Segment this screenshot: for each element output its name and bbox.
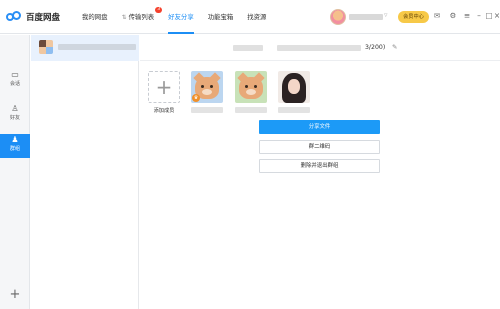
add-icon[interactable]: + (8, 288, 22, 302)
delete-exit-group-button[interactable]: 删除并退出群组 (259, 159, 380, 173)
group-qr-code-button[interactable]: 群二维码 (259, 140, 380, 154)
group-list-item[interactable] (31, 35, 139, 61)
left-rail: ▭ 会话 ♙ 好友 ♟ 群组 + (0, 35, 30, 309)
vip-center-button[interactable]: 会员中心 (398, 11, 429, 23)
rail-label: 好友 (9, 115, 20, 121)
user-name-redacted[interactable] (349, 14, 383, 20)
title-bar: 百度网盘 我的网盘 ⇅ 传输列表 3 好友分享 功能宝箱 找资源 ▿ 会员中心 ✉ … (0, 0, 500, 34)
owner-badge-icon: ♛ (192, 94, 200, 102)
rail-item-chat[interactable]: ▭ 会话 (0, 69, 30, 93)
edit-icon[interactable]: ✎ (392, 43, 397, 52)
nav-find-resources[interactable]: 找资源 (247, 12, 266, 24)
transfer-icon: ⇅ (121, 14, 127, 21)
plus-icon: + (155, 75, 173, 99)
add-member-button[interactable]: + (148, 71, 180, 103)
person-icon: ♙ (11, 104, 19, 113)
member-avatar (235, 71, 267, 103)
member-tile[interactable]: ♛ (191, 71, 223, 113)
cloud-logo-icon (6, 11, 22, 23)
transfer-count-badge: 3 (155, 7, 163, 13)
add-member-tile[interactable]: + 添加成员 (148, 71, 180, 114)
group-name-redacted (58, 44, 136, 50)
chat-icon: ▭ (11, 70, 19, 79)
member-name-redacted (191, 107, 223, 113)
group-list (31, 35, 139, 309)
member-name-redacted (235, 107, 267, 113)
nav-label: 传输列表 (128, 13, 155, 21)
group-detail-panel: 3/200) ✎ + 添加成员 ♛ 分享文件 群二维码 删除并退出群组 (140, 35, 500, 309)
member-tile[interactable] (235, 71, 267, 113)
main-nav: 我的网盘 ⇅ 传输列表 3 好友分享 功能宝箱 找资源 (82, 7, 280, 34)
nav-toolbox[interactable]: 功能宝箱 (208, 12, 234, 24)
close-icon[interactable]: × (492, 11, 500, 21)
group-title-redacted (233, 45, 263, 51)
rail-label: 会话 (9, 81, 20, 87)
rail-item-groups[interactable]: ♟ 群组 (0, 134, 30, 158)
nav-label: 功能宝箱 (207, 13, 234, 21)
app-title: 百度网盘 (26, 13, 61, 23)
app-logo[interactable]: 百度网盘 (6, 10, 60, 24)
member-name-redacted (278, 107, 310, 113)
member-avatar: ♛ (191, 71, 223, 103)
user-dropdown-icon[interactable]: ▿ (384, 11, 388, 19)
nav-label: 好友分享 (168, 13, 194, 21)
nav-label: 找资源 (247, 13, 267, 21)
member-tile[interactable] (278, 71, 310, 113)
group-title-redacted (277, 45, 361, 51)
minimize-icon[interactable]: – (474, 11, 484, 21)
group-icon: ♟ (11, 135, 19, 144)
menu-icon[interactable]: ≡ (462, 11, 472, 21)
nav-transfer-list[interactable]: ⇅ 传输列表 3 (121, 7, 163, 24)
rail-label: 群组 (9, 146, 20, 152)
app-window: 百度网盘 我的网盘 ⇅ 传输列表 3 好友分享 功能宝箱 找资源 ▿ 会员中心 ✉ … (0, 0, 500, 309)
settings-icon[interactable]: ⚙ (448, 11, 458, 21)
add-member-label: 添加成员 (153, 108, 175, 114)
member-avatar (278, 71, 310, 103)
group-avatar (39, 40, 53, 54)
nav-friend-share[interactable]: 好友分享 (168, 12, 194, 34)
group-header: 3/200) ✎ (140, 35, 500, 61)
rail-item-friends[interactable]: ♙ 好友 (0, 103, 30, 127)
member-count: 3/200) (365, 44, 386, 51)
user-avatar[interactable] (330, 9, 346, 25)
mail-icon[interactable]: ✉ (432, 11, 442, 21)
nav-my-disk[interactable]: 我的网盘 (82, 12, 108, 24)
share-files-button[interactable]: 分享文件 (259, 120, 380, 134)
nav-label: 我的网盘 (82, 13, 108, 21)
